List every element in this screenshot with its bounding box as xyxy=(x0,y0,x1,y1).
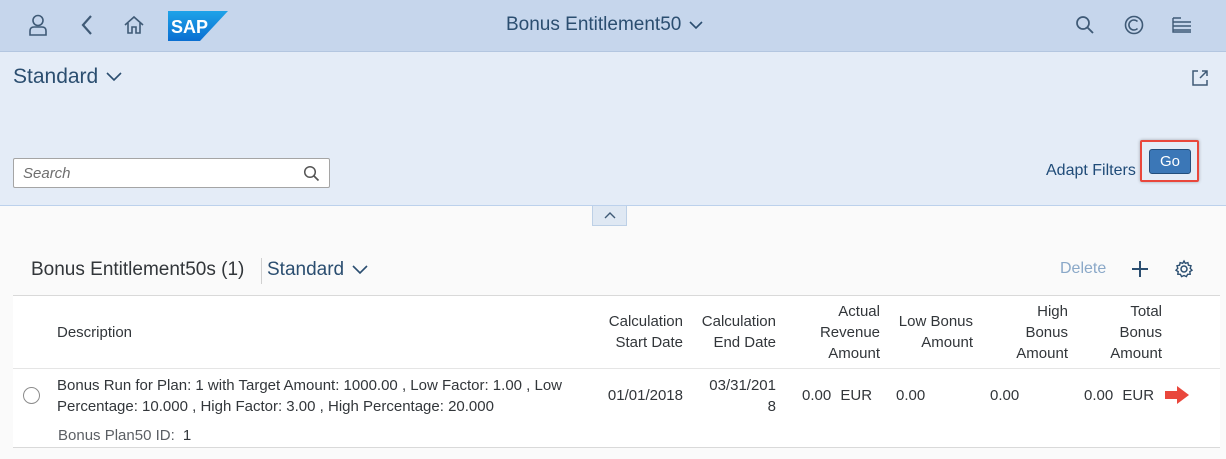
col-header-text: Bonus xyxy=(1119,324,1162,341)
col-header-text: Amount xyxy=(1110,345,1162,362)
row-total-bonus: 0.00 EUR xyxy=(1084,385,1154,406)
add-icon[interactable] xyxy=(1130,259,1150,284)
chevron-down-icon xyxy=(352,265,368,275)
row-description: Bonus Run for Plan: 1 with Target Amount… xyxy=(57,375,597,417)
delete-button[interactable]: Delete xyxy=(1060,260,1106,278)
back-icon[interactable] xyxy=(74,12,100,38)
table-variant-selector[interactable]: Standard xyxy=(267,259,368,281)
col-header-text: High xyxy=(1037,303,1068,320)
col-header-text: Amount xyxy=(1016,345,1068,362)
table-title: Bonus Entitlement50s (1) xyxy=(31,259,245,280)
col-header-text: Start Date xyxy=(615,334,683,351)
total-value: 0.00 xyxy=(1084,387,1114,404)
row-low-bonus: 0.00 xyxy=(896,387,926,404)
toolbar-divider xyxy=(261,258,262,284)
variant-selector[interactable]: Standard xyxy=(13,65,122,89)
user-icon[interactable] xyxy=(25,12,51,38)
col-header-text: Amount xyxy=(828,345,880,362)
col-header-high-bonus[interactable]: High Bonus Amount xyxy=(998,301,1068,364)
shell-bar: SAP Bonus Entitlement50 xyxy=(0,0,1226,52)
row-high-bonus: 0.00 xyxy=(990,387,1020,404)
app-title-menu[interactable]: Bonus Entitlement50 xyxy=(506,14,703,36)
col-header-text: Bonus xyxy=(1025,324,1068,341)
col-header-end-date[interactable]: Calculation End Date xyxy=(690,311,776,353)
col-header-text: End Date xyxy=(713,334,776,351)
total-currency: EUR xyxy=(1122,387,1155,404)
col-header-text: Low Bonus xyxy=(898,313,973,330)
sap-logo-text: SAP xyxy=(171,17,208,37)
col-header-text: Total xyxy=(1130,303,1162,320)
go-button[interactable]: Go xyxy=(1149,149,1191,174)
home-icon[interactable] xyxy=(121,12,147,38)
row-plan-id: Bonus Plan50 ID: 1 xyxy=(58,425,191,446)
plan-id-label: Bonus Plan50 ID: xyxy=(58,427,175,444)
app-title: Bonus Entitlement50 xyxy=(506,14,682,35)
col-header-low-bonus[interactable]: Low Bonus Amount xyxy=(883,311,973,353)
table-variant-label: Standard xyxy=(267,259,345,280)
gear-icon[interactable] xyxy=(1174,259,1194,284)
col-header-text: Calculation xyxy=(701,313,776,330)
col-header-text: Calculation xyxy=(608,313,683,330)
col-header-start-date[interactable]: Calculation Start Date xyxy=(598,311,683,353)
revenue-value: 0.00 xyxy=(802,387,832,404)
search-input[interactable] xyxy=(14,159,294,187)
search-icon[interactable] xyxy=(1072,12,1098,38)
row-revenue: 0.00 EUR xyxy=(802,385,872,406)
notifications-icon[interactable] xyxy=(1169,12,1195,38)
end-date-text: 8 xyxy=(767,398,776,415)
col-header-text: Revenue xyxy=(819,324,880,341)
row-end-date: 03/31/201 8 xyxy=(690,375,776,417)
row-navigation-arrow-icon[interactable] xyxy=(1163,384,1191,411)
chevron-down-icon xyxy=(689,20,703,29)
col-header-text: Amount xyxy=(921,334,973,351)
revenue-currency: EUR xyxy=(840,387,873,404)
copilot-icon[interactable] xyxy=(1121,12,1147,38)
description-line: Percentage: 10.000 , High Factor: 3.00 ,… xyxy=(57,398,494,415)
results-table: Description Calculation Start Date Calcu… xyxy=(13,295,1220,448)
description-line: Bonus Run for Plan: 1 with Target Amount… xyxy=(57,377,563,394)
end-date-text: 03/31/201 xyxy=(709,377,776,394)
chevron-up-icon xyxy=(604,212,615,219)
share-icon[interactable] xyxy=(1190,68,1210,93)
col-header-text: Actual xyxy=(838,303,880,320)
collapse-header-button[interactable] xyxy=(592,206,627,226)
header-divider xyxy=(13,368,1220,369)
row-start-date: 01/01/2018 xyxy=(607,387,683,404)
filter-header: Standard Adapt Filters Go xyxy=(0,52,1226,206)
go-button-highlight: Go xyxy=(1140,140,1199,182)
chevron-down-icon xyxy=(106,72,122,82)
row-select-radio[interactable] xyxy=(23,387,40,404)
col-header-total-bonus[interactable]: Total Bonus Amount xyxy=(1093,301,1162,364)
col-header-description[interactable]: Description xyxy=(57,322,132,343)
plan-id-value: 1 xyxy=(182,427,192,444)
search-field[interactable] xyxy=(13,158,330,188)
adapt-filters-button[interactable]: Adapt Filters xyxy=(1046,162,1136,180)
sap-logo[interactable]: SAP xyxy=(168,11,228,41)
variant-label: Standard xyxy=(13,65,99,88)
col-header-actual-revenue[interactable]: Actual Revenue Amount xyxy=(793,301,880,364)
search-icon[interactable] xyxy=(303,165,320,187)
